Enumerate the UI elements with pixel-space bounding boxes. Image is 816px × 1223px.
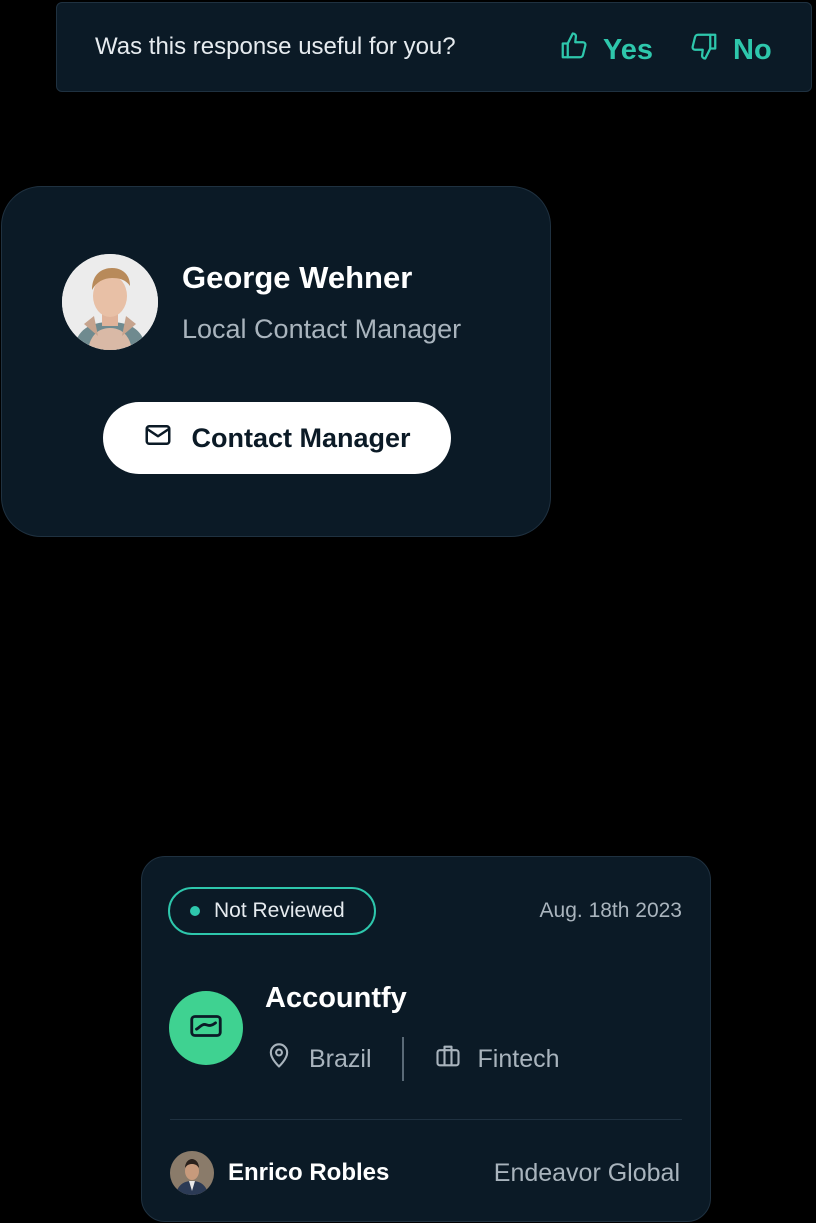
chart-card-icon (187, 1007, 225, 1050)
feedback-yes-label: Yes (603, 33, 653, 66)
contact-card: George Wehner Local Contact Manager Cont… (1, 186, 551, 537)
thumbs-down-icon (689, 31, 719, 69)
card-divider (170, 1119, 682, 1120)
thumbs-up-icon (559, 31, 589, 69)
avatar (62, 254, 158, 350)
company-name: Accountfy (265, 982, 407, 1014)
status-dot-icon (190, 906, 200, 916)
organization-label: Endeavor Global (493, 1159, 680, 1187)
feedback-yes-button[interactable]: Yes (559, 31, 653, 69)
industry-label: Fintech (477, 1044, 560, 1073)
location-pin-icon (265, 1042, 293, 1077)
location-item: Brazil (265, 1042, 372, 1077)
contact-person: Enrico Robles (170, 1151, 389, 1195)
industry-item: Fintech (434, 1042, 560, 1077)
company-card[interactable]: Not Reviewed Aug. 18th 2023 Accountfy Br… (141, 856, 711, 1222)
status-badge: Not Reviewed (168, 887, 376, 935)
company-logo (169, 991, 243, 1065)
company-meta: Brazil Fintech (265, 1037, 560, 1081)
location-label: Brazil (309, 1044, 372, 1073)
feedback-no-button[interactable]: No (689, 31, 772, 69)
contact-name: George Wehner (182, 260, 413, 295)
contact-manager-label: Contact Manager (191, 422, 411, 453)
contact-role: Local Contact Manager (182, 314, 462, 344)
contact-person-name: Enrico Robles (228, 1159, 390, 1186)
meta-divider (401, 1037, 404, 1081)
contact-manager-button[interactable]: Contact Manager (103, 402, 451, 474)
feedback-question: Was this response useful for you? (95, 33, 456, 60)
status-label: Not Reviewed (214, 899, 345, 922)
avatar (170, 1151, 214, 1195)
feedback-no-label: No (733, 33, 772, 66)
feedback-bar: Was this response useful for you? Yes No (56, 2, 812, 92)
date-label: Aug. 18th 2023 (539, 899, 682, 922)
mail-icon (143, 420, 173, 457)
briefcase-icon (434, 1042, 462, 1077)
